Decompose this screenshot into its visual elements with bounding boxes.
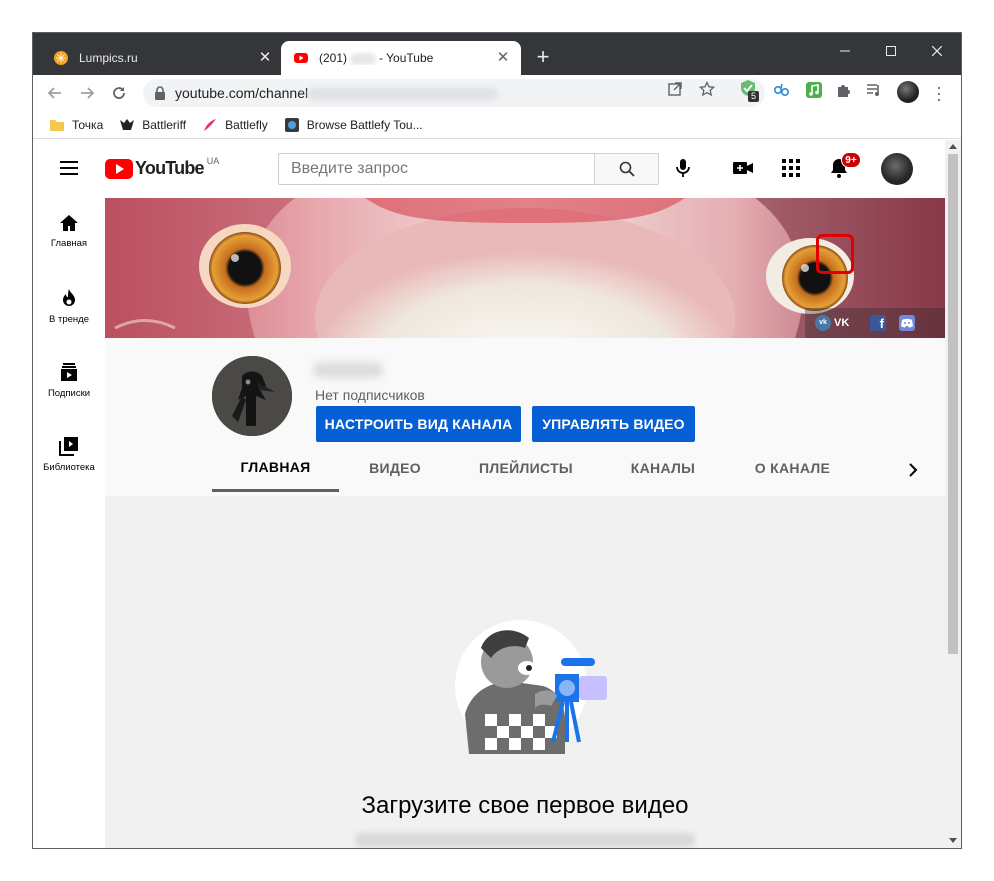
profile-avatar[interactable] <box>897 81 919 103</box>
microphone-icon <box>676 159 690 177</box>
account-avatar[interactable] <box>881 153 913 185</box>
page-scrollbar[interactable] <box>945 140 961 848</box>
bookmark-battlefly[interactable]: Battlefly <box>202 117 268 133</box>
customize-channel-button[interactable]: НАСТРОИТЬ ВИД КАНАЛА <box>316 406 521 442</box>
youtube-sidebar: Главная В тренде Подписки Библиотека <box>33 198 105 848</box>
scroll-up-arrow-icon[interactable] <box>949 144 957 149</box>
puzzle-extensions-icon[interactable] <box>835 81 853 99</box>
subscriber-count: Нет подписчиков <box>315 387 425 403</box>
reload-button[interactable] <box>105 79 133 107</box>
empty-state-subtitle <box>355 833 695 847</box>
back-arrow-icon <box>47 87 61 99</box>
maximize-icon <box>886 46 896 56</box>
close-tab-icon[interactable]: ✕ <box>257 50 273 66</box>
link-extension-icon[interactable] <box>773 81 791 99</box>
tab-playlists[interactable]: ПЛЕЙЛИСТЫ <box>451 444 601 492</box>
sidebar-item-home[interactable]: Главная <box>33 198 105 272</box>
home-icon <box>60 215 78 231</box>
scroll-down-arrow-icon[interactable] <box>949 838 957 843</box>
upload-video-illustration <box>455 620 607 754</box>
banner-social-links: vk VK f <box>805 308 945 338</box>
tab-title: (201) - YouTube <box>319 51 434 65</box>
channel-header: Нет подписчиков НАСТРОИТЬ ВИД КАНАЛА УПР… <box>105 338 945 496</box>
facebook-icon[interactable]: f <box>870 315 886 331</box>
search-input[interactable]: Введите запрос <box>278 153 596 185</box>
lumpics-favicon-icon <box>54 51 68 65</box>
reload-icon <box>113 87 125 99</box>
tab-strip: Lumpics.ru ✕ (201) - YouTube ✕ + <box>33 33 961 75</box>
subscriptions-icon <box>61 363 77 381</box>
empty-state-title: Загрузите свое первое видео <box>361 792 689 819</box>
open-in-app-icon[interactable] <box>667 81 683 97</box>
battlefy-icon <box>284 117 299 132</box>
maximize-button[interactable] <box>869 37 913 65</box>
channel-avatar[interactable] <box>212 356 292 436</box>
forward-button[interactable] <box>73 79 101 107</box>
discord-link[interactable] <box>899 315 915 331</box>
trending-icon <box>63 289 75 306</box>
apps-grid-icon <box>782 159 800 177</box>
adguard-extension-button[interactable]: 5 <box>739 79 763 103</box>
apps-button[interactable] <box>779 156 803 180</box>
library-icon <box>59 437 78 456</box>
battlefly-icon <box>204 118 217 131</box>
sidebar-item-subscriptions[interactable]: Подписки <box>33 346 105 420</box>
plague-doctor-image <box>212 356 292 436</box>
tab-lumpics[interactable]: Lumpics.ru ✕ <box>41 41 283 75</box>
discord-icon <box>901 318 913 328</box>
tab-videos[interactable]: ВИДЕО <box>339 444 451 492</box>
manage-videos-button[interactable]: УПРАВЛЯТЬ ВИДЕО <box>532 406 695 442</box>
vk-link[interactable]: vk VK <box>815 315 849 331</box>
lock-icon <box>155 86 165 100</box>
music-extension-icon[interactable] <box>805 81 823 99</box>
browser-toolbar: youtube.com/channel 5 · · · <box>33 75 961 111</box>
media-playlist-icon[interactable] <box>865 81 883 99</box>
create-button[interactable] <box>731 156 755 180</box>
close-icon <box>932 46 942 56</box>
tab-about[interactable]: О КАНАЛЕ <box>725 444 860 492</box>
menu-icon[interactable] <box>59 160 79 176</box>
url-text: youtube.com/channel <box>175 85 499 101</box>
scrollbar-thumb[interactable] <box>948 154 958 654</box>
close-tab-icon[interactable]: ✕ <box>495 50 511 66</box>
search-button[interactable] <box>594 153 659 185</box>
close-window-button[interactable] <box>915 37 959 65</box>
bookmark-battlefy[interactable]: Browse Battlefy Tou... <box>284 117 423 133</box>
sidebar-item-trending[interactable]: В тренде <box>33 272 105 346</box>
youtube-page: YouTube UA Введите запрос 9+ Главная В т… <box>33 140 961 848</box>
extension-badge: 5 <box>748 91 760 102</box>
youtube-favicon-icon <box>294 53 308 63</box>
forward-arrow-icon <box>81 87 95 99</box>
new-tab-button[interactable]: + <box>531 46 555 70</box>
sidebar-item-library[interactable]: Библиотека <box>33 420 105 494</box>
tab-youtube[interactable]: (201) - YouTube ✕ <box>281 41 521 75</box>
bookmark-star-icon[interactable] <box>699 81 715 97</box>
bookmarks-bar: Точка Battleriff Battlefly Browse Battle… <box>33 111 961 139</box>
search-icon <box>619 161 635 177</box>
youtube-logo[interactable]: YouTube UA <box>105 156 219 179</box>
bookmark-battleriff[interactable]: Battleriff <box>119 117 186 133</box>
tab-title: Lumpics.ru <box>79 51 138 65</box>
chrome-menu-icon[interactable]: · · · <box>931 78 947 108</box>
channel-content: Загрузите свое первое видео <box>105 496 945 848</box>
tab-channels[interactable]: КАНАЛЫ <box>601 444 725 492</box>
channel-name <box>313 362 383 378</box>
browser-window: Lumpics.ru ✕ (201) - YouTube ✕ + youtube… <box>32 32 962 849</box>
back-button[interactable] <box>41 79 69 107</box>
discord-highlight-box <box>816 234 854 274</box>
notification-badge: 9+ <box>841 152 861 168</box>
battleriff-icon <box>120 118 135 130</box>
vk-icon: vk <box>815 315 831 331</box>
minimize-icon <box>840 50 850 52</box>
youtube-header: YouTube UA Введите запрос 9+ <box>33 140 945 198</box>
tab-home[interactable]: ГЛАВНАЯ <box>212 444 339 492</box>
video-camera-plus-icon <box>733 162 753 174</box>
chevron-right-icon[interactable] <box>905 462 921 478</box>
voice-search-button[interactable] <box>671 156 695 180</box>
bookmark-tochka[interactable]: Точка <box>49 117 103 133</box>
youtube-play-icon <box>105 158 133 179</box>
folder-icon <box>50 119 64 131</box>
minimize-button[interactable] <box>823 37 867 65</box>
